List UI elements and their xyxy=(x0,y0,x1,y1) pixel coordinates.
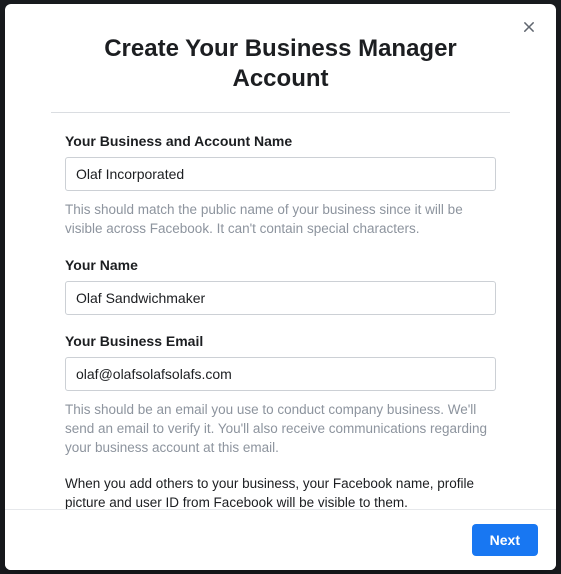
close-button[interactable] xyxy=(520,18,538,36)
business-name-input[interactable] xyxy=(65,157,496,191)
visibility-info: When you add others to your business, yo… xyxy=(65,475,496,509)
modal-content: Create Your Business Manager Account You… xyxy=(5,4,556,509)
business-name-label: Your Business and Account Name xyxy=(65,133,496,149)
modal-footer: Next xyxy=(5,509,556,570)
business-email-help: This should be an email you use to condu… xyxy=(65,401,496,458)
close-icon xyxy=(520,18,538,36)
your-name-input[interactable] xyxy=(65,281,496,315)
business-email-label: Your Business Email xyxy=(65,333,496,349)
create-business-manager-modal: Create Your Business Manager Account You… xyxy=(5,4,556,570)
next-button[interactable]: Next xyxy=(472,524,538,556)
business-email-input[interactable] xyxy=(65,357,496,391)
your-name-label: Your Name xyxy=(65,257,496,273)
header-divider xyxy=(51,112,510,113)
modal-title: Create Your Business Manager Account xyxy=(91,34,471,94)
business-name-help: This should match the public name of you… xyxy=(65,201,496,239)
